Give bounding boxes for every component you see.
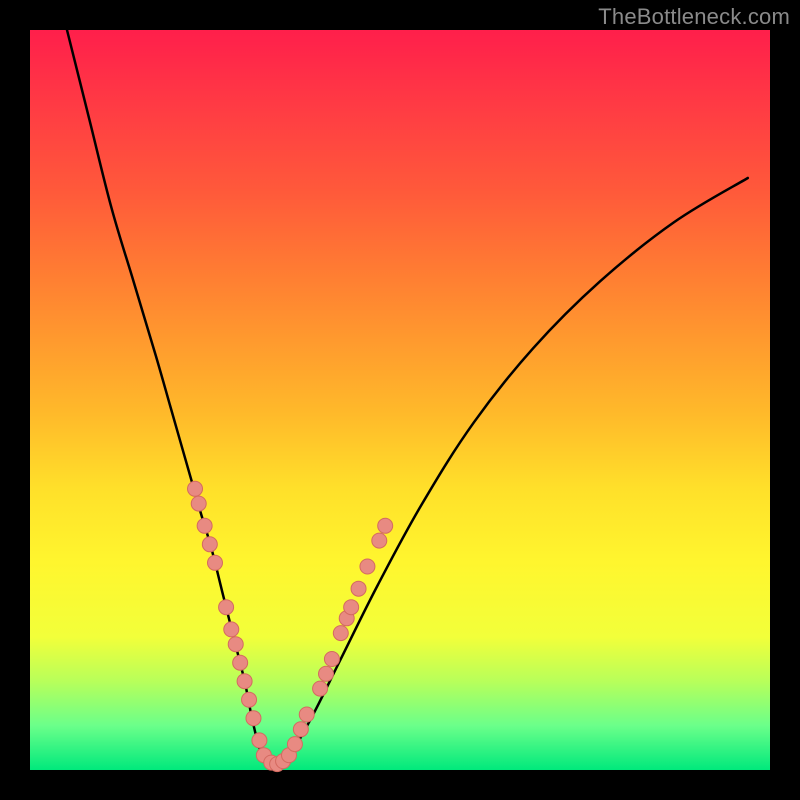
data-marker (378, 518, 393, 533)
watermark-text: TheBottleneck.com (598, 4, 790, 30)
data-marker (287, 737, 302, 752)
data-marker (344, 600, 359, 615)
data-marker (197, 518, 212, 533)
data-marker (252, 733, 267, 748)
plot-area (30, 30, 770, 770)
data-marker (299, 707, 314, 722)
data-marker (293, 722, 308, 737)
data-marker (237, 674, 252, 689)
data-marker (224, 622, 239, 637)
data-marker (324, 652, 339, 667)
chart-frame: TheBottleneck.com (0, 0, 800, 800)
data-marker (360, 559, 375, 574)
data-marker (351, 581, 366, 596)
data-marker (228, 637, 243, 652)
data-marker (313, 681, 328, 696)
data-marker (219, 600, 234, 615)
bottleneck-curve (67, 30, 748, 768)
data-markers (188, 481, 393, 771)
data-marker (208, 555, 223, 570)
chart-svg (30, 30, 770, 770)
data-marker (333, 626, 348, 641)
data-marker (191, 496, 206, 511)
data-marker (233, 655, 248, 670)
data-marker (319, 666, 334, 681)
data-marker (188, 481, 203, 496)
data-marker (246, 711, 261, 726)
data-marker (372, 533, 387, 548)
data-marker (242, 692, 257, 707)
data-marker (202, 537, 217, 552)
